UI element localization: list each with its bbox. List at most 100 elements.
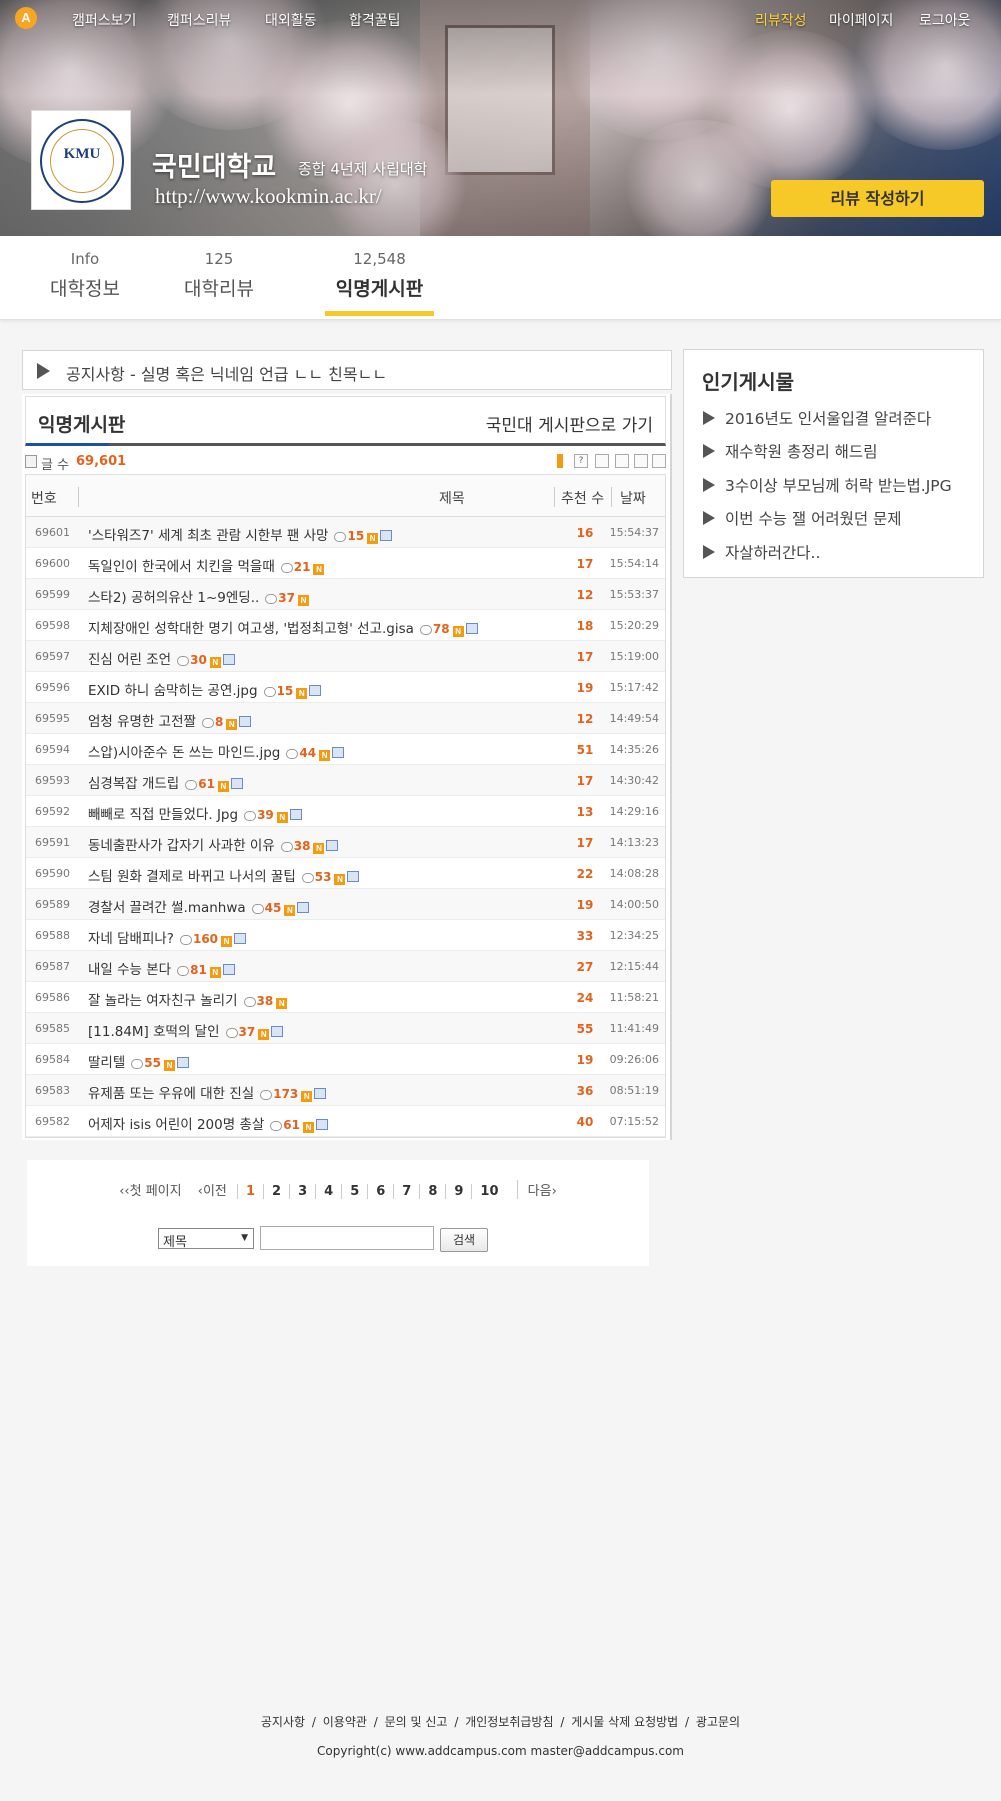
list-view-icon[interactable]: [615, 454, 629, 468]
table-row[interactable]: 69595 엄청 유명한 고전짤 8 N 12 14:49:54: [26, 703, 665, 734]
nav-logout[interactable]: 로그아웃: [919, 10, 971, 30]
comment-icon: [243, 997, 256, 1007]
write-review-button[interactable]: 리뷰 작성하기: [771, 180, 984, 217]
table-row[interactable]: 69598 지체장애인 성학대한 명기 여고생, '법정최고형' 선고.gisa 7…: [26, 610, 665, 641]
board-panel: 익명게시판 국민대 게시판으로 가기 글 수 69,601 ? 번호 제목 추천…: [22, 394, 672, 1140]
table-row[interactable]: 69590 스팀 원화 결제로 바뀌고 나서의 꿀팁 53 N 22 14:08:28: [26, 858, 665, 889]
table-row[interactable]: 69591 동네출판사가 갑자기 사과한 이유 38 N 17 14:13:23: [26, 827, 665, 858]
table-row[interactable]: 69587 내일 수능 본다 81 N 27 12:15:44: [26, 951, 665, 982]
table-row[interactable]: 69594 스압)시아준수 돈 쓰는 마인드.jpg 44 N 51 14:35:26: [26, 734, 665, 765]
document-icon: [25, 455, 37, 468]
post-time: 14:35:26: [609, 743, 659, 756]
post-title-link[interactable]: 잘 놀라는 여자친구 놀리기 38 N: [88, 989, 289, 1009]
post-title-link[interactable]: 엄청 유명한 고전짤 8 N: [88, 710, 252, 730]
page-number-link[interactable]: 9: [445, 1184, 471, 1199]
post-title-link[interactable]: 경찰서 끌려간 썰.manhwa 45 N: [88, 896, 310, 916]
post-title-link[interactable]: [11.84M] 호떡의 달인 37 N: [88, 1020, 284, 1040]
post-title-link[interactable]: 내일 수능 본다 81 N: [88, 958, 235, 978]
first-page-link[interactable]: ‹‹ 첫 페이지: [119, 1180, 181, 1199]
post-time: 14:49:54: [609, 712, 659, 725]
post-title-link[interactable]: 독일인이 한국에서 치킨을 먹을때 21 N: [88, 555, 326, 575]
search-input[interactable]: [260, 1226, 434, 1250]
post-time: 12:34:25: [609, 929, 659, 942]
nav-campus-review[interactable]: 캠퍼스리뷰: [167, 10, 231, 30]
post-title-link[interactable]: 자네 담배피나? 160 N: [88, 927, 247, 947]
post-count-bar: 글 수 69,601 ?: [25, 452, 666, 473]
tab-bar: Info 대학정보 125 대학리뷰 12,548 익명게시판: [0, 236, 1001, 320]
write-icon[interactable]: [595, 454, 609, 468]
site-logo-icon[interactable]: A: [15, 7, 37, 29]
table-row[interactable]: 69582 어제자 isis 어린이 200명 총살 61 N 40 07:15:52: [26, 1106, 665, 1137]
table-row[interactable]: 69584 딸리텔 55 N 19 09:26:06: [26, 1044, 665, 1075]
table-row[interactable]: 69589 경찰서 끌려간 썰.manhwa 45 N 19 14:00:50: [26, 889, 665, 920]
new-badge-icon: N: [163, 1060, 175, 1071]
table-row[interactable]: 69597 진심 어린 조언 30 N 17 15:19:00: [26, 641, 665, 672]
university-url[interactable]: http://www.kookmin.ac.kr/: [155, 184, 382, 209]
post-title-link[interactable]: 스타2) 공허의유산 1~9엔딩.. 37 N: [88, 586, 311, 606]
popular-post-item[interactable]: 3수이상 부모님께 허락 받는법.JPG: [703, 474, 952, 496]
table-row[interactable]: 69593 심경복잡 개드립 61 N 17 14:30:42: [26, 765, 665, 796]
notice-bar[interactable]: 공지사항 - 실명 혹은 닉네임 언급 ㄴㄴ 친목ㄴㄴ: [22, 350, 672, 390]
help-icon[interactable]: ?: [574, 454, 588, 468]
post-title-link[interactable]: 스압)시아준수 돈 쓰는 마인드.jpg 44 N: [88, 741, 345, 761]
table-row[interactable]: 69583 유제품 또는 우유에 대한 진실 173 N 36 08:51:19: [26, 1075, 665, 1106]
page-number-link[interactable]: 2: [263, 1184, 289, 1199]
post-title-link[interactable]: 지체장애인 성학대한 명기 여고생, '법정최고형' 선고.gisa 78 N: [88, 617, 478, 637]
page-number-link[interactable]: 1: [237, 1184, 263, 1199]
popular-post-item[interactable]: 2016년도 인서울입결 알려준다: [703, 407, 931, 429]
footer-link-ads[interactable]: 광고문의: [696, 1715, 740, 1729]
search-button[interactable]: 검색: [440, 1228, 488, 1252]
footer-link-privacy[interactable]: 개인정보취급방침: [465, 1715, 553, 1729]
post-title-link[interactable]: 유제품 또는 우유에 대한 진실 173 N: [88, 1082, 327, 1102]
post-title-link[interactable]: '스타워즈7' 세계 최초 관람 시한부 팬 사망 15 N: [88, 524, 393, 544]
page-number-link[interactable]: 7: [393, 1184, 419, 1199]
footer-link-delete-request[interactable]: 게시물 삭제 요청방법: [571, 1715, 678, 1729]
nav-tips[interactable]: 합격꿀팁: [349, 10, 401, 30]
popular-post-item[interactable]: 자살하러간다..: [703, 541, 820, 563]
post-title-link[interactable]: 심경복잡 개드립 61 N: [88, 772, 243, 792]
web-view-icon[interactable]: [634, 454, 648, 468]
table-row[interactable]: 69599 스타2) 공허의유산 1~9엔딩.. 37 N 12 15:53:37: [26, 579, 665, 610]
post-title-link[interactable]: 진심 어린 조언 30 N: [88, 648, 235, 668]
nav-activities[interactable]: 대외활동: [265, 10, 317, 30]
page-number-link[interactable]: 3: [289, 1184, 315, 1199]
page-number-link[interactable]: 4: [315, 1184, 341, 1199]
post-title-link[interactable]: 동네출판사가 갑자기 사과한 이유 38 N: [88, 834, 339, 854]
nav-my-page[interactable]: 마이페이지: [829, 10, 893, 30]
rss-icon[interactable]: [557, 454, 563, 468]
table-row[interactable]: 69586 잘 놀라는 여자친구 놀리기 38 N 24 11:58:21: [26, 982, 665, 1013]
table-row[interactable]: 69588 자네 담배피나? 160 N 33 12:34:25: [26, 920, 665, 951]
gallery-view-icon[interactable]: [652, 454, 666, 468]
prev-page-link[interactable]: ‹ 이전: [198, 1180, 227, 1199]
post-title-link[interactable]: EXID 하니 숨막히는 공연.jpg 15 N: [88, 679, 322, 699]
footer-link-terms[interactable]: 이용약관: [323, 1715, 367, 1729]
new-badge-icon: N: [319, 750, 331, 761]
tab-university-review[interactable]: 125 대학리뷰: [182, 250, 256, 301]
post-title-link[interactable]: 딸리텔 55 N: [88, 1051, 189, 1071]
page-number-link[interactable]: 6: [367, 1184, 393, 1199]
page-number-link[interactable]: 10: [471, 1184, 506, 1199]
popular-post-item[interactable]: 재수학원 총정리 해드림: [703, 440, 877, 462]
table-row[interactable]: 69596 EXID 하니 숨막히는 공연.jpg 15 N 19 15:17:42: [26, 672, 665, 703]
page-number-link[interactable]: 5: [341, 1184, 367, 1199]
footer-link-notice[interactable]: 공지사항: [261, 1715, 305, 1729]
tab-university-info[interactable]: Info 대학정보: [48, 250, 122, 301]
tab-anonymous-board[interactable]: 12,548 익명게시판: [325, 250, 434, 301]
nav-campus-view[interactable]: 캠퍼스보기: [72, 10, 136, 30]
nav-write-review[interactable]: 리뷰작성: [755, 10, 807, 30]
search-field-select[interactable]: 제목 ▼: [158, 1228, 254, 1250]
popular-post-item[interactable]: 이번 수능 잴 어려웠던 문제: [703, 507, 902, 529]
post-title-link[interactable]: 빼빼로 직접 만들었다. Jpg 39 N: [88, 803, 302, 823]
next-page-link[interactable]: 다음 ›: [516, 1180, 557, 1199]
table-row[interactable]: 69585 [11.84M] 호떡의 달인 37 N 55 11:41:49: [26, 1013, 665, 1044]
comment-count: 30: [190, 653, 207, 667]
table-row[interactable]: 69592 빼빼로 직접 만들었다. Jpg 39 N 13 14:29:16: [26, 796, 665, 827]
page-number-link[interactable]: 8: [419, 1184, 445, 1199]
go-to-board-link[interactable]: 국민대 게시판으로 가기: [486, 411, 653, 436]
table-row[interactable]: 69600 독일인이 한국에서 치킨을 먹을때 21 N 17 15:54:14: [26, 548, 665, 579]
board-title: 익명게시판: [38, 414, 126, 436]
footer-link-report[interactable]: 문의 및 신고: [385, 1715, 448, 1729]
post-title-link[interactable]: 어제자 isis 어린이 200명 총살 61 N: [88, 1113, 328, 1133]
table-row[interactable]: 69601 '스타워즈7' 세계 최초 관람 시한부 팬 사망 15 N 16 15:54…: [26, 517, 665, 548]
post-title-link[interactable]: 스팀 원화 결제로 바뀌고 나서의 꿀팁 53 N: [88, 865, 360, 885]
